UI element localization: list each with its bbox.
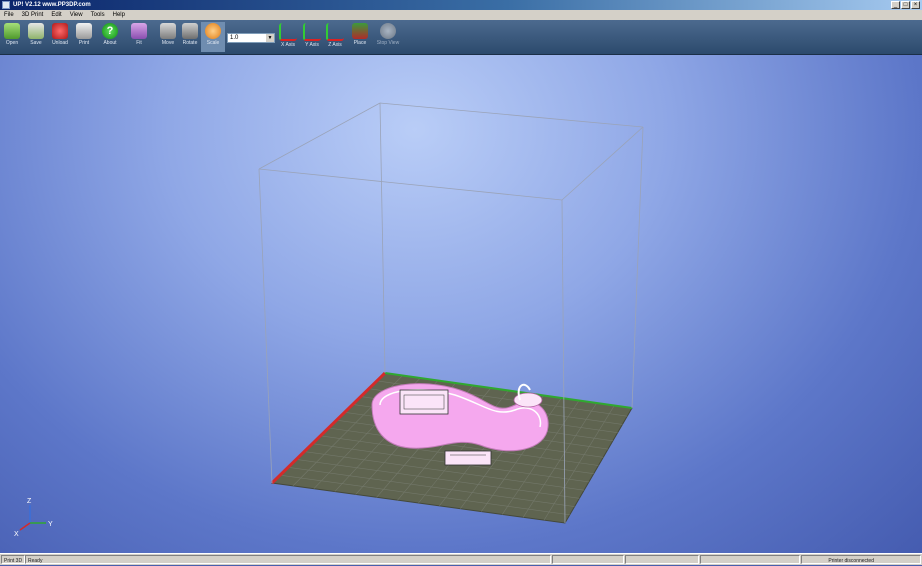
scene: Z Y X (14, 102, 644, 538)
maximize-button[interactable]: □ (901, 1, 910, 9)
menu-edit[interactable]: Edit (47, 10, 65, 20)
menu-view[interactable]: View (66, 10, 87, 20)
unload-button[interactable]: Unload (48, 22, 72, 52)
stop-view-button[interactable]: Stop View (375, 22, 401, 52)
status-cell-3 (700, 555, 800, 564)
rotate-icon (182, 23, 198, 39)
place-icon (352, 23, 368, 39)
rotate-button[interactable]: Rotate (178, 22, 202, 52)
y-axis-icon (303, 23, 321, 41)
unload-icon (52, 23, 68, 39)
scale-factor-value: 1.0 (230, 35, 239, 41)
scale-icon (205, 23, 221, 39)
chevron-down-icon[interactable]: ▼ (266, 34, 274, 42)
toolbar: Open Save Unload Print ? About Fit Move … (0, 20, 922, 55)
x-axis-button[interactable]: X Axis (276, 22, 300, 52)
axis-indicator: Z Y X (14, 498, 53, 538)
stop-icon (380, 23, 396, 39)
status-cell-1 (552, 555, 624, 564)
menu-file[interactable]: File (0, 10, 18, 20)
status-bar: Print 3D Ready Printer disconnected (0, 553, 922, 565)
axis-y-label: Y (48, 521, 53, 528)
fit-button[interactable]: Fit (127, 22, 151, 52)
menu-help[interactable]: Help (109, 10, 129, 20)
status-message: Ready (25, 555, 551, 564)
move-button[interactable]: Move (156, 22, 180, 52)
title-bar: UP! V2.12 www.PP3DP.com _ □ × (0, 0, 922, 10)
printer-icon (76, 23, 92, 39)
axis-x-label: X (14, 531, 19, 538)
x-axis-icon (279, 23, 297, 41)
place-button[interactable]: Place (348, 22, 372, 52)
window-title: UP! V2.12 www.PP3DP.com (13, 2, 91, 8)
menu-tools[interactable]: Tools (87, 10, 109, 20)
close-button[interactable]: × (911, 1, 920, 9)
status-mode: Print 3D (1, 555, 25, 564)
status-connection: Printer disconnected (801, 555, 921, 564)
3d-viewport[interactable]: Z Y X (0, 55, 922, 553)
move-icon (160, 23, 176, 39)
open-button[interactable]: Open (0, 22, 24, 52)
scale-factor-select[interactable]: 1.0 ▼ (227, 33, 275, 43)
print-button[interactable]: Print (72, 22, 96, 52)
help-icon: ? (102, 23, 118, 39)
z-axis-button[interactable]: Z Axis (323, 22, 347, 52)
app-icon (2, 1, 10, 9)
menu-3d-print[interactable]: 3D Print (18, 10, 48, 20)
about-button[interactable]: ? About (98, 22, 122, 52)
axis-z-label: Z (27, 498, 32, 505)
y-axis-button[interactable]: Y Axis (300, 22, 324, 52)
minimize-button[interactable]: _ (891, 1, 900, 9)
z-axis-icon (326, 23, 344, 41)
open-icon (4, 23, 20, 39)
save-icon (28, 23, 44, 39)
menu-bar: File 3D Print Edit View Tools Help (0, 10, 922, 20)
status-cell-2 (625, 555, 699, 564)
save-button[interactable]: Save (24, 22, 48, 52)
scale-button[interactable]: Scale (201, 22, 225, 52)
fit-icon (131, 23, 147, 39)
